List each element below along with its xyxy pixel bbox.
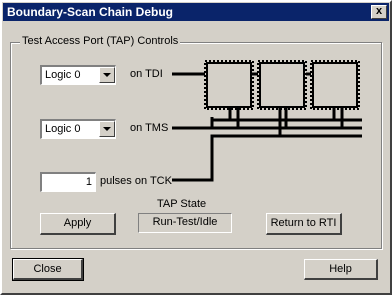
chip-3 — [310, 60, 360, 110]
tap-state-title: TAP State — [157, 198, 207, 210]
return-to-rti-button[interactable]: Return to RTI — [266, 213, 342, 235]
tms-select[interactable]: Logic 0 — [40, 119, 116, 139]
chips — [204, 60, 360, 110]
tms-select-value: Logic 0 — [45, 123, 81, 135]
tck-label: pulses on TCK — [100, 175, 172, 187]
apply-button[interactable]: Apply — [40, 213, 116, 235]
tdi-select[interactable]: Logic 0 — [40, 65, 116, 85]
tms-label: on TMS — [130, 122, 169, 134]
close-button[interactable]: Close — [12, 258, 84, 281]
tck-wire — [172, 134, 362, 182]
tap-state-value: Run-Test/Idle — [138, 213, 232, 233]
chip-2 — [257, 60, 307, 110]
chip-taps — [228, 108, 344, 136]
chevron-down-icon[interactable] — [99, 67, 115, 83]
scan-chain-diagram — [172, 60, 362, 182]
tck-pulses-input[interactable]: 1 — [40, 172, 96, 192]
help-button[interactable]: Help — [304, 259, 378, 280]
tdi-select-value: Logic 0 — [45, 69, 81, 81]
tdi-label: on TDI — [130, 68, 163, 80]
chevron-down-icon[interactable] — [99, 121, 115, 137]
chip-1 — [204, 60, 254, 110]
